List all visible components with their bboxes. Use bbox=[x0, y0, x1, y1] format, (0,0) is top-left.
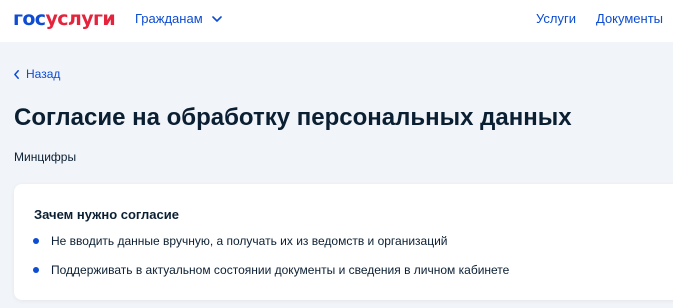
chevron-down-icon bbox=[211, 16, 222, 22]
logo-part-gos: гос bbox=[13, 8, 46, 30]
ministry-name: Минцифры bbox=[14, 150, 77, 164]
chevron-left-icon bbox=[14, 69, 19, 79]
documents-link[interactable]: Документы bbox=[596, 11, 663, 27]
back-link[interactable]: Назад bbox=[14, 66, 60, 82]
consent-reasons-card: Зачем нужно согласие Не вводить данные в… bbox=[14, 184, 673, 300]
gosuslugi-logo[interactable]: госуслуги bbox=[13, 8, 116, 30]
logo-part-uslugi: услуги bbox=[45, 8, 116, 30]
card-heading: Зачем нужно согласие bbox=[34, 207, 179, 222]
site-header: госуслуги Гражданам Услуги Документы bbox=[0, 0, 673, 42]
list-item-text: Не вводить данные вручную, а получать их… bbox=[51, 234, 448, 248]
bullet-dot-icon bbox=[33, 267, 39, 273]
bullet-dot-icon bbox=[33, 238, 39, 244]
list-item-text: Поддерживать в актуальном состоянии доку… bbox=[51, 263, 510, 277]
services-link[interactable]: Услуги bbox=[536, 11, 576, 27]
citizens-dropdown-label: Гражданам bbox=[135, 11, 203, 26]
page-title: Согласие на обработку персональных данны… bbox=[14, 104, 572, 131]
list-item: Поддерживать в актуальном состоянии доку… bbox=[33, 262, 509, 278]
citizens-dropdown[interactable]: Гражданам bbox=[135, 11, 222, 27]
list-item: Не вводить данные вручную, а получать их… bbox=[33, 233, 448, 249]
back-link-label: Назад bbox=[26, 67, 61, 81]
